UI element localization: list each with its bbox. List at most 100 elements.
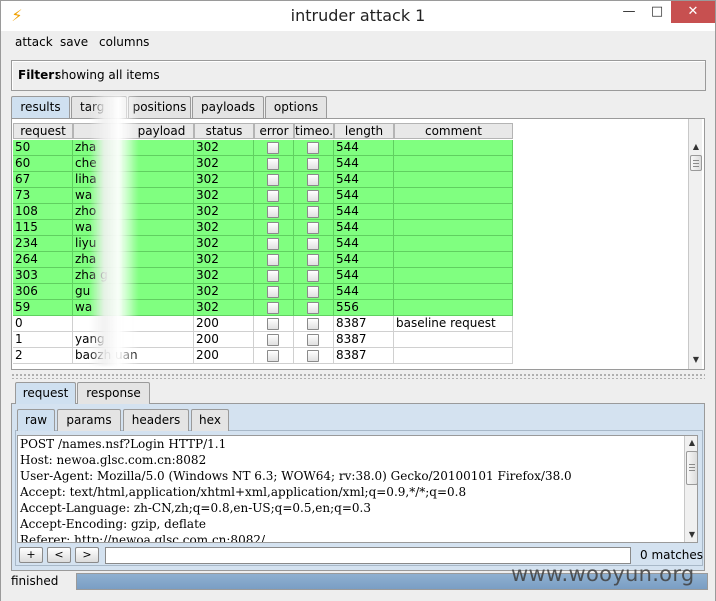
error-checkbox[interactable]: [267, 158, 279, 170]
menu-save[interactable]: save: [60, 35, 88, 49]
cell-error: [254, 188, 294, 204]
error-checkbox[interactable]: [267, 302, 279, 314]
error-checkbox[interactable]: [267, 206, 279, 218]
cell-status: 302: [194, 140, 254, 156]
editor-scroll-up-icon[interactable]: ▲: [686, 437, 697, 449]
cell-status: 302: [194, 268, 254, 284]
cell-status: 302: [194, 300, 254, 316]
error-checkbox[interactable]: [267, 350, 279, 362]
table-row[interactable]: 303zha g302544: [13, 268, 513, 284]
tab-options[interactable]: options: [265, 96, 327, 118]
cell-timeout: [294, 348, 334, 364]
error-checkbox[interactable]: [267, 222, 279, 234]
cell-status: 302: [194, 236, 254, 252]
cell-request: 60: [13, 156, 73, 172]
error-checkbox[interactable]: [267, 334, 279, 346]
column-header-request[interactable]: request: [13, 123, 73, 139]
table-row[interactable]: 306 gu 302 544: [13, 284, 513, 300]
filter-bar[interactable]: Filter: showing all items: [11, 60, 706, 91]
timeout-checkbox[interactable]: [307, 206, 319, 218]
search-add-button[interactable]: +: [19, 547, 43, 563]
table-row[interactable]: 115 wa 302 544: [13, 220, 513, 236]
editor-scrollbar[interactable]: ▲ ▼: [684, 436, 697, 542]
title-bar[interactable]: ⚡ intruder attack 1 — □ ✕: [1, 1, 715, 31]
table-row[interactable]: 67 liha 302 544: [13, 172, 513, 188]
cell-status: 200: [194, 348, 254, 364]
error-checkbox[interactable]: [267, 270, 279, 282]
tab-raw[interactable]: raw: [17, 409, 55, 431]
scrollbar-thumb[interactable]: [690, 155, 702, 171]
request-line: Accept-Language: zh-CN,zh;q=0.8,en-US;q=…: [20, 501, 371, 515]
timeout-checkbox[interactable]: [307, 318, 319, 330]
cell-request: 234: [13, 236, 73, 252]
menu-attack[interactable]: attack: [15, 35, 53, 49]
timeout-checkbox[interactable]: [307, 254, 319, 266]
table-row[interactable]: 59 wa 302 556: [13, 300, 513, 316]
error-checkbox[interactable]: [267, 238, 279, 250]
error-checkbox[interactable]: [267, 254, 279, 266]
cell-timeout: [294, 172, 334, 188]
tab-payloads[interactable]: payloads: [192, 96, 264, 118]
error-checkbox[interactable]: [267, 190, 279, 202]
table-row[interactable]: 234 liyu 302 544: [13, 236, 513, 252]
timeout-checkbox[interactable]: [307, 238, 319, 250]
tab-params[interactable]: params: [57, 409, 121, 431]
column-header-comment[interactable]: comment: [394, 123, 513, 139]
pane-splitter[interactable]: [11, 373, 705, 379]
cell-timeout: [294, 140, 334, 156]
error-checkbox[interactable]: [267, 286, 279, 298]
column-header-length[interactable]: length: [334, 123, 394, 139]
search-next-button[interactable]: >: [75, 547, 99, 563]
scroll-up-icon[interactable]: ▲: [690, 141, 702, 153]
status-text: finished: [11, 574, 59, 588]
tab-response[interactable]: response: [77, 382, 150, 404]
table-row[interactable]: 2baozh uan2008387: [13, 348, 513, 364]
scroll-down-icon[interactable]: ▼: [690, 354, 702, 366]
editor-scrollbar-thumb[interactable]: [686, 451, 697, 485]
error-checkbox[interactable]: [267, 142, 279, 154]
search-prev-button[interactable]: <: [47, 547, 71, 563]
cell-request: 67: [13, 172, 73, 188]
table-row[interactable]: 108 zho 302 544: [13, 204, 513, 220]
results-scrollbar[interactable]: ▲ ▼: [688, 119, 702, 369]
timeout-checkbox[interactable]: [307, 174, 319, 186]
timeout-checkbox[interactable]: [307, 142, 319, 154]
timeout-checkbox[interactable]: [307, 350, 319, 362]
cell-comment: [394, 268, 513, 284]
column-header-status[interactable]: status: [194, 123, 254, 139]
timeout-checkbox[interactable]: [307, 270, 319, 282]
tab-headers[interactable]: headers: [123, 409, 189, 431]
column-header-error[interactable]: error: [254, 123, 294, 139]
cell-length: 544: [334, 172, 394, 188]
maximize-button[interactable]: □: [643, 1, 671, 23]
tab-results[interactable]: results: [11, 96, 70, 118]
editor-scroll-down-icon[interactable]: ▼: [686, 529, 697, 541]
table-row[interactable]: 0 200 8387 baseline request: [13, 316, 513, 332]
close-button[interactable]: ✕: [671, 1, 715, 23]
menu-columns[interactable]: columns: [99, 35, 149, 49]
minimize-button[interactable]: —: [615, 1, 643, 23]
column-header-timeout[interactable]: timeo...: [294, 123, 334, 139]
table-row[interactable]: 1yang2008387: [13, 332, 513, 348]
timeout-checkbox[interactable]: [307, 190, 319, 202]
cell-length: 544: [334, 204, 394, 220]
cell-comment: [394, 252, 513, 268]
error-checkbox[interactable]: [267, 318, 279, 330]
timeout-checkbox[interactable]: [307, 286, 319, 298]
timeout-checkbox[interactable]: [307, 222, 319, 234]
table-row[interactable]: 264 zha 302 544: [13, 252, 513, 268]
error-checkbox[interactable]: [267, 174, 279, 186]
cell-request: 303: [13, 268, 73, 284]
timeout-checkbox[interactable]: [307, 158, 319, 170]
table-row[interactable]: 60 che 302 544: [13, 156, 513, 172]
table-row[interactable]: 50 zha 302 544: [13, 140, 513, 156]
cell-timeout: [294, 188, 334, 204]
timeout-checkbox[interactable]: [307, 302, 319, 314]
timeout-checkbox[interactable]: [307, 334, 319, 346]
cell-comment: [394, 140, 513, 156]
tab-hex[interactable]: hex: [191, 409, 229, 431]
raw-request-editor[interactable]: ▲ ▼ POST /names.nsf?Login HTTP/1.1 Host: …: [17, 435, 698, 543]
tab-request[interactable]: request: [15, 382, 76, 404]
cell-error: [254, 156, 294, 172]
table-row[interactable]: 73 wa 302 544: [13, 188, 513, 204]
